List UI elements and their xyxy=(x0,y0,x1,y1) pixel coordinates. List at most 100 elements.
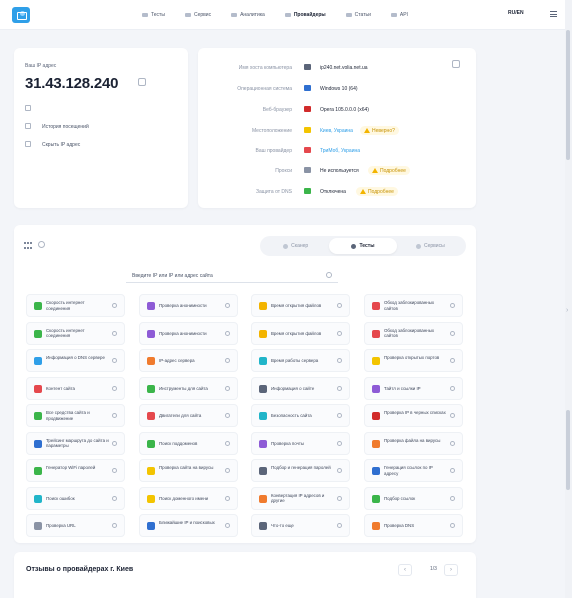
menu-icon[interactable] xyxy=(550,11,557,17)
warning-badge[interactable]: Подробнее xyxy=(356,187,398,196)
info-circle-icon[interactable] xyxy=(225,330,230,336)
tool-tile[interactable]: Безопасность сайта xyxy=(251,404,350,427)
tool-tile[interactable]: Время открытия файлов xyxy=(251,294,350,317)
info-circle-icon[interactable] xyxy=(450,440,455,446)
next-page-button[interactable]: › xyxy=(444,564,458,576)
info-circle-icon[interactable] xyxy=(450,523,455,528)
info-circle-icon[interactable] xyxy=(225,468,230,473)
tool-tile[interactable]: Проверка сайта на вирусы xyxy=(139,459,238,482)
nav-item-1[interactable]: Сервис xyxy=(175,10,221,20)
tool-tile[interactable]: Ближайшие IP и поисковых xyxy=(139,514,238,537)
info-circle-icon[interactable] xyxy=(337,495,342,501)
tool-tile[interactable]: Обход заблокированных сайтов xyxy=(364,294,463,317)
info-circle-icon[interactable] xyxy=(450,385,455,391)
info-circle-icon[interactable] xyxy=(225,303,230,308)
search-icon[interactable] xyxy=(38,241,45,248)
prev-page-button[interactable]: ‹ xyxy=(398,564,412,576)
refresh-icon[interactable] xyxy=(25,105,31,111)
tab-0[interactable]: Сканер xyxy=(262,238,329,254)
info-circle-icon[interactable] xyxy=(112,385,117,391)
info-circle-icon[interactable] xyxy=(337,468,342,473)
tool-tile[interactable]: Проверка анонимности xyxy=(139,321,238,345)
info-circle-icon[interactable] xyxy=(450,468,455,473)
tool-tile[interactable]: Контент сайта xyxy=(26,376,125,400)
tool-search-field[interactable] xyxy=(126,269,338,283)
tool-tile[interactable]: Тайтл и ссылки IP xyxy=(364,376,463,400)
info-circle-icon[interactable] xyxy=(225,385,230,391)
tool-tile[interactable]: Проверка почты xyxy=(251,431,350,455)
info-value[interactable]: ТриМоб, Украина xyxy=(320,148,360,154)
grid-view-icon[interactable] xyxy=(24,242,32,249)
nav-item-0[interactable]: Тесты xyxy=(132,10,175,20)
copy-icon[interactable] xyxy=(138,78,146,86)
tool-tile[interactable]: Время открытия файлов xyxy=(251,321,350,345)
tool-tile[interactable]: Генерация ссылок по IP адресу xyxy=(364,459,463,482)
tool-tile[interactable]: Конвертация IP адресов и другие xyxy=(251,486,350,510)
info-circle-icon[interactable] xyxy=(450,330,455,336)
tool-tile[interactable]: Проверка DNS xyxy=(364,514,463,537)
tool-tile[interactable]: Скорость интернет соединения xyxy=(26,294,125,317)
nav-item-5[interactable]: API xyxy=(381,10,418,20)
page-scrollbar[interactable] xyxy=(565,0,572,598)
info-circle-icon[interactable] xyxy=(337,358,342,363)
tool-tile[interactable]: Генератор WiFi паролей xyxy=(26,459,125,482)
info-circle-icon[interactable] xyxy=(337,330,342,336)
tool-tile[interactable]: Поиск ошибок xyxy=(26,486,125,510)
site-logo[interactable] xyxy=(12,7,30,23)
info-circle-icon[interactable] xyxy=(225,413,230,418)
info-circle-icon[interactable] xyxy=(337,523,342,528)
tool-tile[interactable]: Время работы сервера xyxy=(251,349,350,372)
info-circle-icon[interactable] xyxy=(225,358,230,363)
info-circle-icon[interactable] xyxy=(225,523,230,528)
info-circle-icon[interactable] xyxy=(450,358,455,363)
chevron-right-icon[interactable]: › xyxy=(566,307,568,314)
copy-info-icon[interactable] xyxy=(452,60,460,68)
hide-ip-link[interactable]: Скрыть IP адрес xyxy=(42,142,80,148)
tool-tile[interactable]: IP-адрес сервера xyxy=(139,349,238,372)
info-circle-icon[interactable] xyxy=(112,440,117,446)
info-circle-icon[interactable] xyxy=(225,495,230,501)
history-link[interactable]: История посещений xyxy=(42,124,89,130)
tool-tile[interactable]: Поиск поддоменов xyxy=(139,431,238,455)
info-circle-icon[interactable] xyxy=(337,303,342,308)
tool-tile[interactable]: Поиск доменного имени xyxy=(139,486,238,510)
info-circle-icon[interactable] xyxy=(112,358,117,363)
warning-badge[interactable]: Неверно? xyxy=(360,126,399,135)
nav-item-4[interactable]: Статьи xyxy=(336,10,381,20)
info-circle-icon[interactable] xyxy=(112,523,117,528)
info-circle-icon[interactable] xyxy=(450,413,455,418)
info-circle-icon[interactable] xyxy=(112,495,117,501)
tool-tile[interactable]: Информация о сайте xyxy=(251,376,350,400)
scrollbar-thumb-secondary[interactable] xyxy=(566,410,570,490)
info-circle-icon[interactable] xyxy=(337,440,342,446)
tool-tile[interactable]: Что-то еще xyxy=(251,514,350,537)
tool-tile[interactable]: Скорость интернет соединения xyxy=(26,321,125,345)
info-circle-icon[interactable] xyxy=(450,303,455,308)
tool-tile[interactable]: Трейсинг маршрута до сайта и параметры xyxy=(26,431,125,455)
tab-2[interactable]: Сервисы xyxy=(397,238,464,254)
tool-tile[interactable]: Проверка анонимности xyxy=(139,294,238,317)
tool-tile[interactable]: Подбор ссылок xyxy=(364,486,463,510)
nav-item-3[interactable]: Провайдеры xyxy=(275,10,336,20)
nav-item-2[interactable]: Аналитика xyxy=(221,10,275,20)
tool-tile[interactable]: Инструменты для сайта xyxy=(139,376,238,400)
search-icon[interactable] xyxy=(326,272,332,278)
info-circle-icon[interactable] xyxy=(450,495,455,501)
tool-tile[interactable]: Подбор и генерация паролей xyxy=(251,459,350,482)
info-circle-icon[interactable] xyxy=(337,413,342,418)
info-circle-icon[interactable] xyxy=(112,468,117,473)
tab-1[interactable]: Тесты xyxy=(329,238,397,254)
tool-search-input[interactable] xyxy=(126,269,316,279)
scrollbar-thumb[interactable] xyxy=(566,30,570,160)
tool-tile[interactable]: Двигатели для сайта xyxy=(139,404,238,427)
tool-tile[interactable]: Обход заблокированных сайтов xyxy=(364,321,463,345)
tool-tile[interactable]: Проверка открытых портов xyxy=(364,349,463,372)
warning-badge[interactable]: Подробнее xyxy=(368,166,410,175)
info-circle-icon[interactable] xyxy=(225,440,230,446)
info-value[interactable]: Киев, Украина xyxy=(320,128,353,134)
language-switch[interactable]: RU/EN xyxy=(508,10,524,16)
tool-tile[interactable]: Проверка файла на вирусы xyxy=(364,431,463,455)
tool-tile[interactable]: Все средства сайта и продвижение xyxy=(26,404,125,427)
tool-tile[interactable]: Проверка IP в черных списках xyxy=(364,404,463,427)
tool-tile[interactable]: Информация о DNS сервере xyxy=(26,349,125,372)
